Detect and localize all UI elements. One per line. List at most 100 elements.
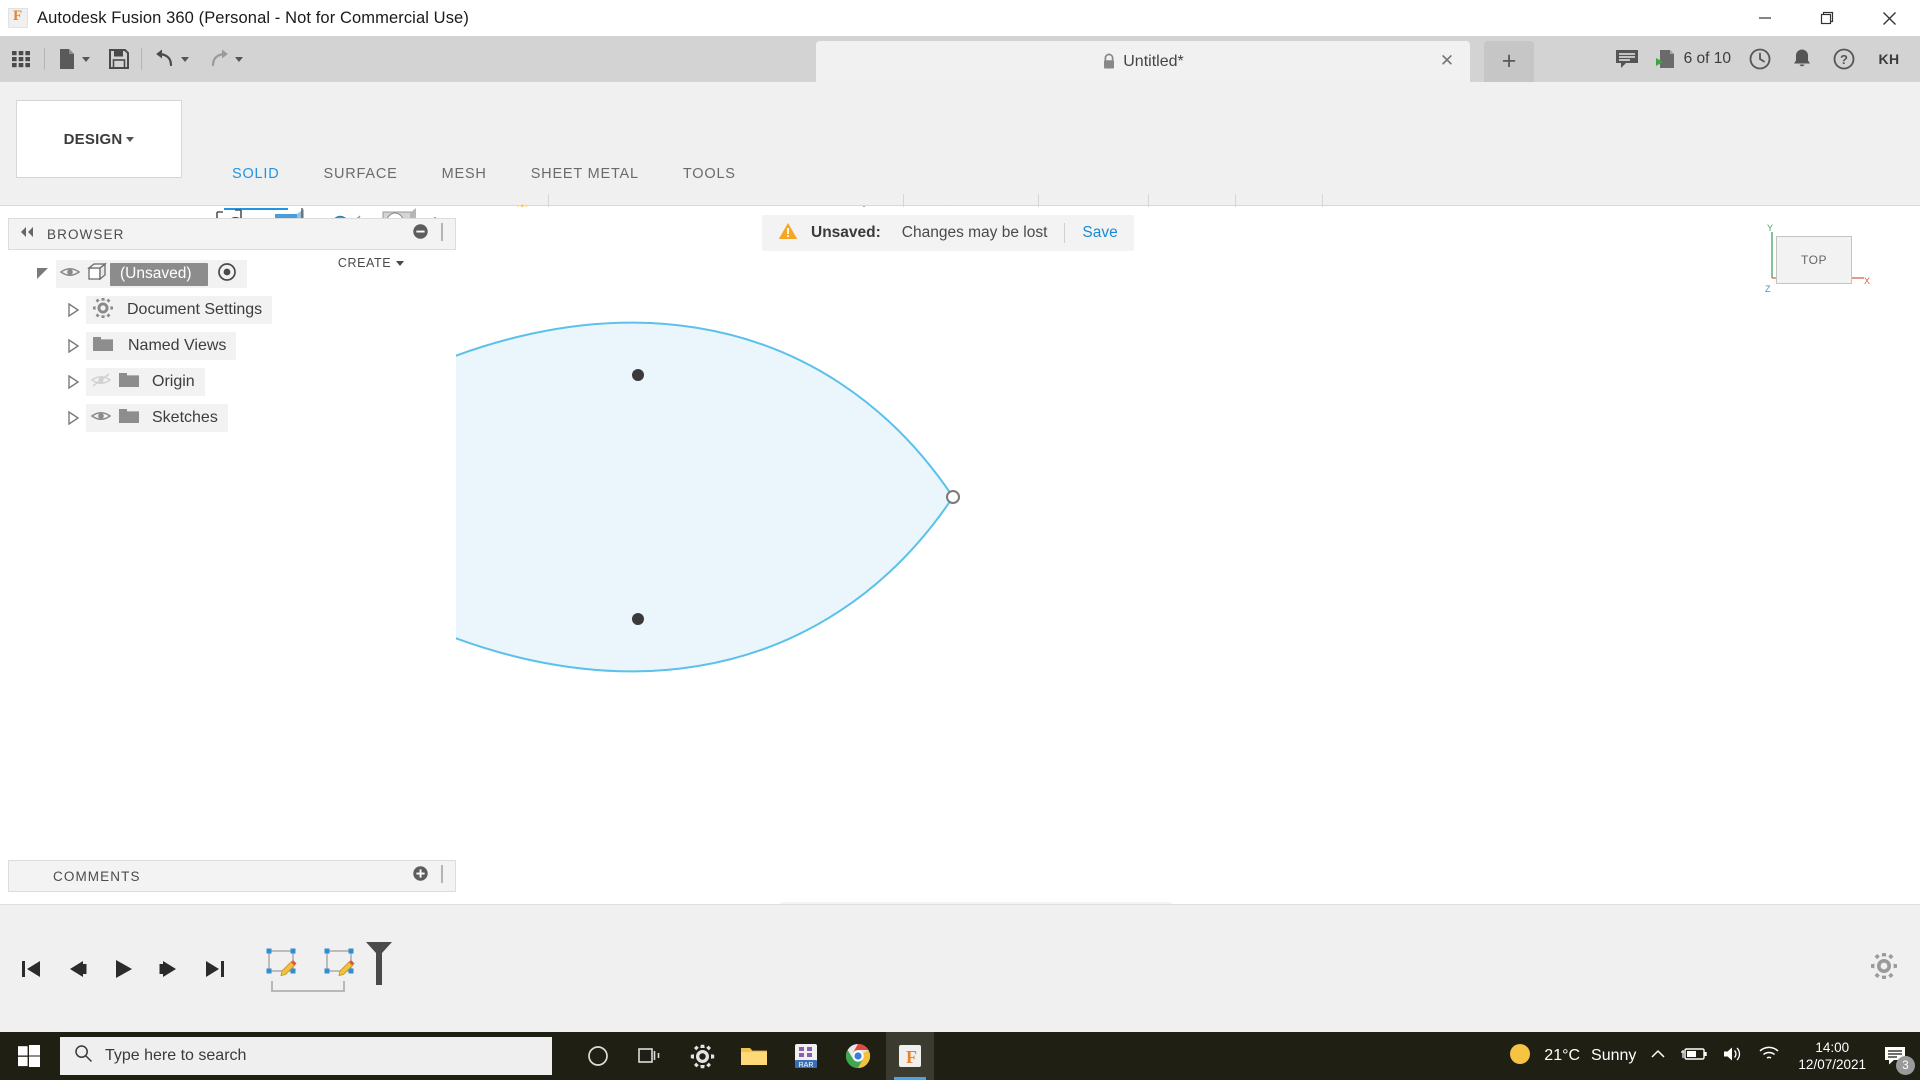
tree-node-document-settings[interactable]: Document Settings (8, 292, 456, 328)
minimize-button[interactable] (1734, 0, 1796, 36)
quick-access-toolbar: Untitled* ✕ + 6 of 10 ? KH (0, 36, 1920, 82)
activate-component-icon[interactable] (217, 262, 237, 287)
eye-hidden-icon[interactable] (90, 372, 112, 393)
weather-widget[interactable]: 21°C Sunny (1507, 1041, 1636, 1072)
go-to-end-icon[interactable] (198, 952, 232, 986)
quick-access-left-group (0, 36, 252, 82)
tree-row[interactable]: Origin (86, 368, 205, 396)
windows-taskbar: Type here to search RAR F 21°C Sunny 14:… (0, 1032, 1920, 1080)
design-canvas[interactable] (456, 207, 1920, 904)
notification-count-badge: 3 (1896, 1056, 1915, 1075)
recent-history-icon[interactable] (1740, 36, 1780, 82)
panel-resize-handle[interactable] (439, 222, 445, 246)
tree-row[interactable]: Sketches (86, 404, 228, 432)
tree-label-named-views: Named Views (128, 337, 227, 354)
lock-icon (1104, 53, 1115, 69)
document-tab[interactable]: Untitled* ✕ (816, 41, 1470, 82)
comment-bubble-icon[interactable] (1607, 36, 1647, 82)
avatar-initials: KH (1873, 43, 1905, 75)
expand-arrow-down-icon[interactable] (30, 267, 56, 281)
clock-time: 14:00 (1815, 1040, 1850, 1055)
go-to-beginning-icon[interactable] (14, 952, 48, 986)
tree-node-root[interactable]: (Unsaved) (8, 256, 456, 292)
workspace-label: DESIGN (63, 130, 123, 148)
show-hidden-icons-chevron-icon[interactable] (1650, 1047, 1666, 1065)
settings-gear-icon[interactable] (678, 1032, 726, 1080)
new-file-button[interactable] (47, 36, 99, 82)
redo-button[interactable] (198, 36, 252, 82)
tree-node-sketches[interactable]: Sketches (8, 400, 456, 436)
step-back-icon[interactable] (60, 952, 94, 986)
action-center-icon[interactable]: 3 (1880, 1041, 1915, 1075)
play-icon[interactable] (106, 952, 140, 986)
taskbar-search-box[interactable]: Type here to search (60, 1037, 552, 1075)
taskbar-clock[interactable]: 14:00 12/07/2021 (1798, 1039, 1866, 1073)
tree-node-named-views[interactable]: Named Views (8, 328, 456, 364)
view-cube[interactable]: Y X Z TOP (1758, 222, 1878, 312)
new-tab-button[interactable]: + (1484, 41, 1534, 82)
collapse-left-arrows-icon[interactable] (19, 225, 35, 243)
tree-root-row[interactable]: (Unsaved) (56, 260, 247, 288)
notifications-bell-icon[interactable] (1782, 36, 1822, 82)
component-cube-icon (86, 262, 108, 287)
comments-title: COMMENTS (53, 868, 141, 884)
search-magnifier-icon (74, 1044, 93, 1068)
help-icon[interactable]: ? (1824, 36, 1864, 82)
volume-icon[interactable] (1722, 1045, 1744, 1068)
save-file-button[interactable] (99, 36, 139, 82)
user-avatar[interactable]: KH (1866, 36, 1912, 82)
unsaved-warning-banner: Unsaved: Changes may be lost Save (762, 215, 1134, 251)
axis-y-label: Y (1767, 223, 1773, 233)
undo-button[interactable] (144, 36, 198, 82)
expand-arrow-right-icon[interactable] (60, 411, 86, 425)
chrome-icon[interactable] (834, 1032, 882, 1080)
file-explorer-icon[interactable] (730, 1032, 778, 1080)
sun-icon (1507, 1041, 1533, 1072)
toolbar-divider (141, 48, 142, 70)
cortana-circle-icon[interactable] (574, 1032, 622, 1080)
tree-row[interactable]: Named Views (86, 332, 237, 360)
taskbar-search-placeholder: Type here to search (105, 1047, 247, 1064)
close-tab-button[interactable]: ✕ (1438, 52, 1456, 70)
expand-arrow-right-icon[interactable] (60, 303, 86, 317)
document-tab-content: Untitled* (1102, 53, 1184, 71)
winrar-icon[interactable]: RAR (782, 1032, 830, 1080)
task-view-icon[interactable] (626, 1032, 674, 1080)
chevron-down-icon[interactable] (235, 56, 243, 62)
browser-tree: (Unsaved) Document Settings Named Views … (8, 250, 456, 436)
grid-menu-button[interactable] (0, 36, 42, 82)
add-comment-plus-icon[interactable] (412, 865, 429, 887)
timeline-bar (0, 904, 1920, 1032)
jobs-status-button[interactable]: 6 of 10 (1649, 36, 1738, 82)
battery-charging-icon[interactable] (1680, 1046, 1708, 1067)
tree-root-label: (Unsaved) (110, 262, 208, 286)
warning-save-link[interactable]: Save (1082, 224, 1117, 242)
tree-row[interactable]: Document Settings (86, 296, 273, 324)
minus-circle-icon[interactable] (412, 223, 429, 245)
fusion360-icon[interactable]: F (886, 1032, 934, 1080)
eye-visible-icon[interactable] (90, 408, 112, 429)
gear-icon (92, 297, 114, 324)
timeline-group-bracket (271, 981, 345, 992)
maximize-button[interactable] (1796, 0, 1858, 36)
close-button[interactable] (1858, 0, 1920, 36)
system-tray: 21°C Sunny 14:00 12/07/2021 3 (1507, 1039, 1920, 1075)
windows-start-icon[interactable] (0, 1032, 58, 1080)
chevron-down-icon[interactable] (82, 56, 90, 62)
wifi-icon[interactable] (1758, 1045, 1780, 1068)
panel-resize-handle[interactable] (439, 864, 445, 888)
expand-arrow-right-icon[interactable] (60, 375, 86, 389)
tree-node-origin[interactable]: Origin (8, 364, 456, 400)
eye-visible-icon[interactable] (59, 265, 81, 284)
expand-arrow-right-icon[interactable] (60, 339, 86, 353)
workspace-selector[interactable]: DESIGN (16, 100, 182, 178)
browser-header: BROWSER (8, 218, 456, 250)
comments-panel: COMMENTS (8, 860, 456, 892)
timeline-settings-gear-icon[interactable] (1870, 952, 1898, 985)
step-forward-icon[interactable] (152, 952, 186, 986)
sketch-profile-fill (456, 322, 953, 672)
chevron-down-icon[interactable] (181, 56, 189, 62)
view-cube-top-face[interactable]: TOP (1776, 236, 1852, 284)
sketch-geometry[interactable] (456, 207, 1920, 904)
browser-title: BROWSER (47, 226, 125, 242)
